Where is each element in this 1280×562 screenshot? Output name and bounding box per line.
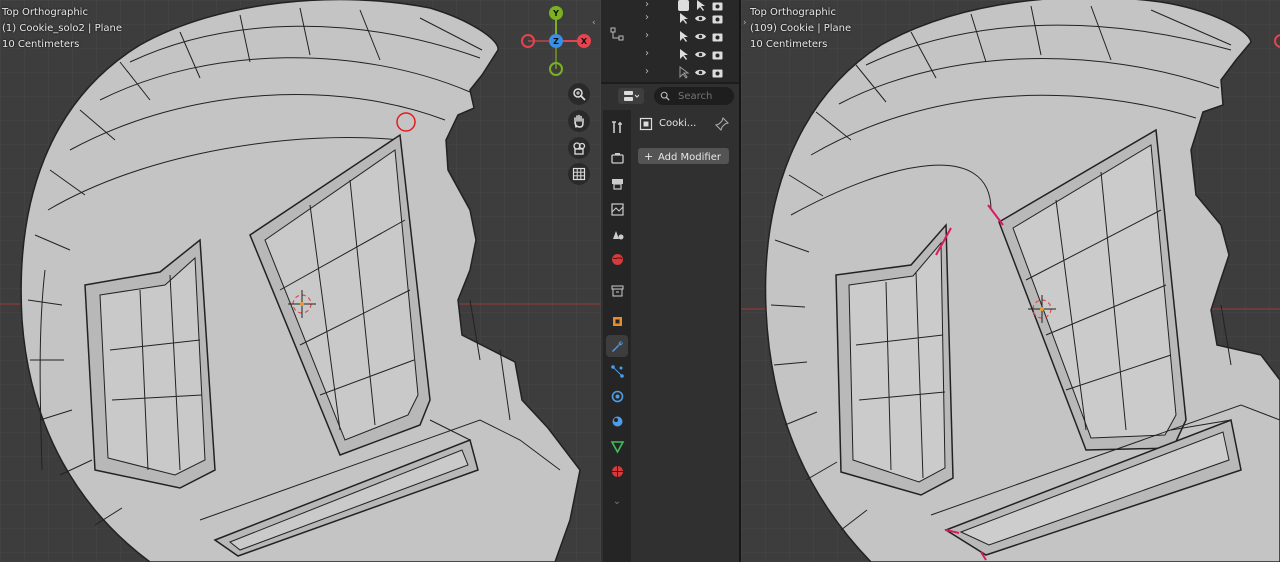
grid-scale: 10 Centimeters [2,39,80,50]
eye-icon[interactable] [694,66,707,79]
tab-modifiers[interactable] [606,335,628,357]
object-context-row: Cooki... [637,114,737,136]
tab-material[interactable] [606,460,628,482]
tab-tool[interactable] [606,116,628,138]
tab-render[interactable] [606,147,628,169]
data-icon [610,440,624,454]
world-icon [611,253,623,265]
editor-type-button[interactable] [618,88,644,104]
select-arrow-icon[interactable] [677,48,690,61]
outliner-row[interactable]: › [601,10,739,27]
camera-icon[interactable] [711,12,724,25]
eye-icon[interactable] [694,48,707,61]
object-info: (1) Cookie_solo2 | Plane [2,23,123,34]
properties-header [609,86,739,106]
tab-scene[interactable] [606,223,628,245]
viewport-left-canvas[interactable]: Y X Z [0,0,601,562]
select-arrow-icon[interactable] [677,30,690,43]
ortho-toggle-button[interactable] [568,163,590,185]
outliner-filter-icon[interactable] [609,26,625,42]
camera-icon[interactable] [711,66,724,79]
constraints-icon [612,416,622,426]
select-arrow-icon[interactable] [677,12,690,25]
scene-icon [612,230,623,239]
expand-chevron-icon[interactable]: › [645,12,649,23]
eye-icon[interactable] [694,12,707,25]
mesh-object-icon [639,117,653,131]
grid-scale: 10 Centimeters [750,39,828,50]
object-name: Cooki... [659,118,697,129]
sidebar-collapse-icon[interactable]: ‹ [592,18,596,28]
tab-world[interactable] [606,248,628,270]
modifier-wrench-icon [611,340,623,352]
properties-tab-bar: ⌄ [603,110,631,562]
tool-icon [611,120,622,133]
ortho-grid-icon [572,167,586,181]
pan-button[interactable] [568,110,590,132]
gizmo-y-label: Y [552,9,559,18]
tab-physics[interactable] [606,385,628,407]
search-input[interactable] [676,89,734,103]
view-layer-icon [610,202,624,216]
render-icon [610,152,624,164]
tab-view-layer[interactable] [606,198,628,220]
tab-output[interactable] [606,172,628,194]
output-icon [611,178,623,190]
view-name: Top Orthographic [750,7,836,18]
tab-collection[interactable] [606,279,628,301]
tab-more-chevron-icon[interactable]: ⌄ [606,490,628,512]
outliner-panel: › › › › › [601,0,739,84]
outliner-row[interactable]: › [601,46,739,63]
tab-data[interactable] [606,435,628,457]
expand-chevron-icon[interactable]: › [645,30,649,41]
camera-view-icon [573,142,586,155]
view-name: Top Orthographic [2,7,88,18]
gizmo-x-label: X [581,37,588,46]
object-icon [612,316,622,326]
expand-chevron-icon[interactable]: › [645,66,649,77]
physics-icon [611,390,623,402]
viewport-right-canvas[interactable] [741,0,1280,562]
material-icon [611,465,623,477]
cookie-mesh-right[interactable] [764,0,1280,562]
viewport-right[interactable]: Top Orthographic (109) Cookie | Plane 10… [741,0,1280,562]
gizmo-z-label: Z [553,37,559,46]
properties-editor-icon [624,91,639,101]
expand-chevron-icon[interactable]: › [645,0,649,10]
pin-icon[interactable] [715,117,729,131]
eye-icon[interactable] [694,30,707,43]
camera-icon[interactable] [711,30,724,43]
collection-icon [611,285,623,296]
zoom-button[interactable] [568,83,590,105]
viewport-right-info: Top Orthographic (109) Cookie | Plane 10… [750,5,851,53]
expand-chevron-icon[interactable]: › [645,48,649,59]
object-info: (109) Cookie | Plane [750,23,852,34]
add-modifier-button[interactable]: + Add Modifier [638,148,729,164]
outliner-row[interactable]: › [601,64,739,81]
properties-search[interactable] [654,87,734,105]
select-arrow-icon[interactable] [677,66,690,79]
properties-editor: › › › › › Search ⌄ Cooki... + Add Modifi… [601,0,741,562]
add-modifier-label: Add Modifier [658,151,721,163]
hand-pan-icon [574,114,584,128]
tab-constraints[interactable] [606,410,628,432]
plus-icon: + [644,149,654,163]
search-icon [660,91,670,101]
viewport-left[interactable]: Y X Z Top Orthographic (1) Cookie_solo2 … [0,0,601,562]
tab-object[interactable] [606,310,628,332]
toolbar-expand-icon[interactable]: › [743,18,747,28]
zoom-icon [573,88,586,101]
camera-icon[interactable] [711,48,724,61]
viewport-left-info: Top Orthographic (1) Cookie_solo2 | Plan… [2,5,122,53]
tab-particles[interactable] [606,360,628,382]
particles-icon [610,364,624,378]
camera-view-button[interactable] [568,137,590,159]
